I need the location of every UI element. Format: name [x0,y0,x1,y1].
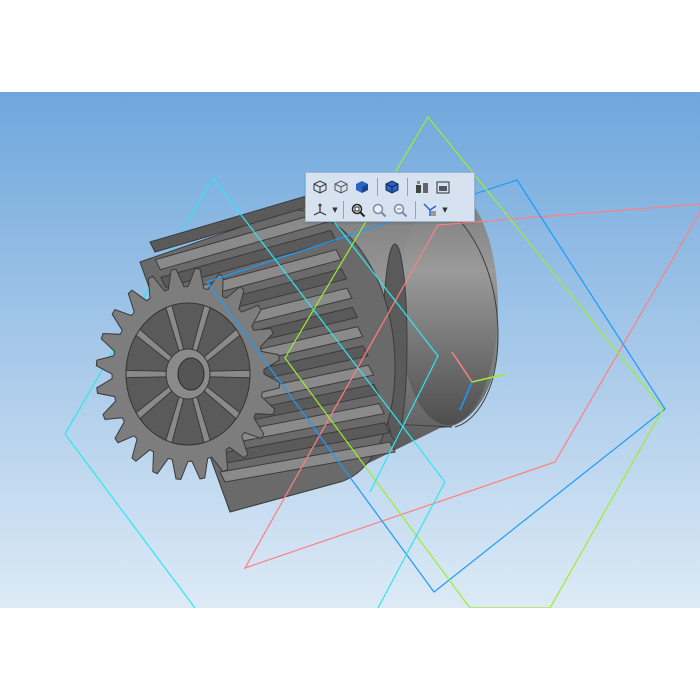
zoom-in-icon[interactable] [369,200,389,220]
orientation-dropdown-arrow[interactable]: ▼ [331,200,339,220]
3d-viewport[interactable]: ▼ ▼ [0,92,700,608]
filter-selection-icon[interactable] [420,200,440,220]
model-scene[interactable] [0,92,700,608]
view-iso-icon[interactable] [310,177,330,197]
zoom-out-icon[interactable] [390,200,410,220]
gear-bore [177,357,205,391]
gear-spoke [205,369,251,379]
orientation-axes-icon[interactable] [310,200,330,220]
section-view-icon[interactable] [433,177,453,197]
gear-spoke [125,369,171,379]
view-shaded-edges-icon[interactable] [382,177,402,197]
filter-dropdown-arrow[interactable]: ▼ [441,200,449,220]
view-wireframe-icon[interactable] [331,177,351,197]
view-shaded-icon[interactable] [352,177,372,197]
zoom-window-icon[interactable] [348,200,368,220]
perspective-icon[interactable] [412,177,432,197]
view-toolbar: ▼ ▼ [305,172,475,222]
